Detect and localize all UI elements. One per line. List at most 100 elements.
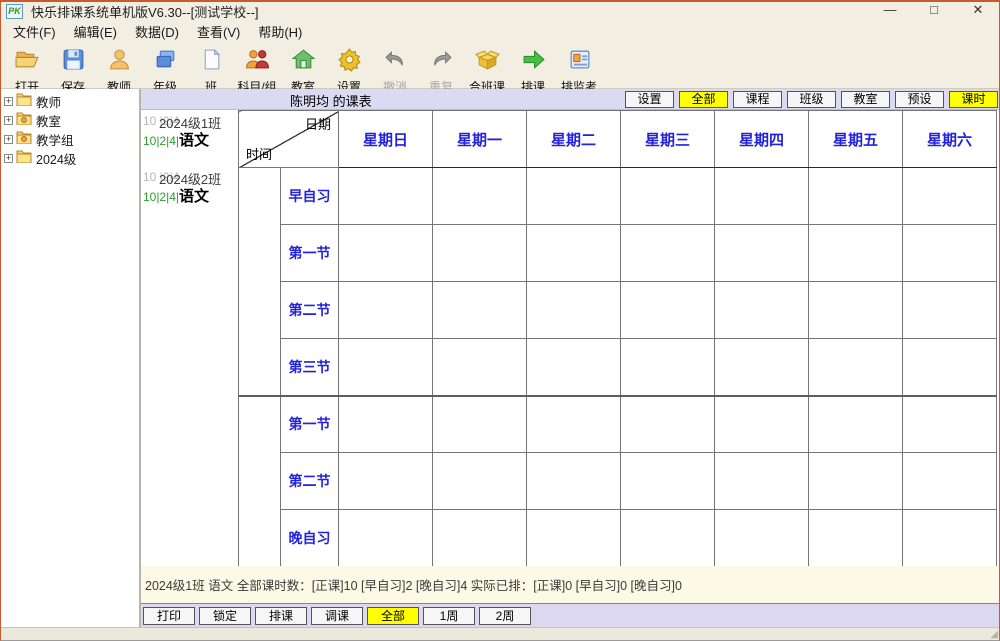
timetable-cell[interactable]	[715, 339, 809, 396]
subject-group-button[interactable]: 科目/组	[234, 46, 280, 95]
timetable-cell[interactable]	[809, 225, 903, 282]
menu-edit[interactable]: 编辑(E)	[65, 22, 126, 44]
class-list-item[interactable]: 10 |2|4 2024级2班 10|2|4|语文	[143, 168, 238, 208]
timetable-cell[interactable]	[433, 282, 527, 339]
expand-plus-icon[interactable]: +	[4, 135, 13, 144]
sidebar-tree: + 教师 + 教室 + 教学组 + 2024级	[0, 89, 141, 627]
class-button[interactable]: 班	[188, 46, 234, 95]
timetable-cell[interactable]	[903, 225, 997, 282]
timetable-cell[interactable]	[903, 282, 997, 339]
folder-icon	[16, 150, 36, 168]
timetable-cell[interactable]	[809, 396, 903, 453]
timetable-cell[interactable]	[339, 453, 433, 510]
view-course-button[interactable]: 课程	[733, 91, 782, 108]
open-button[interactable]: 打开	[4, 46, 50, 95]
timetable-cell[interactable]	[339, 168, 433, 225]
timetable-cell[interactable]	[339, 225, 433, 282]
view-settings-button[interactable]: 设置	[625, 91, 674, 108]
timetable-cell[interactable]	[433, 396, 527, 453]
schedule-button[interactable]: 排课	[510, 46, 556, 95]
timetable-cell[interactable]	[433, 339, 527, 396]
timetable-cell[interactable]	[621, 282, 715, 339]
teacher-button[interactable]: 教师	[96, 46, 142, 95]
subject-name: 语文	[179, 132, 209, 149]
menu-help[interactable]: 帮助(H)	[249, 22, 311, 44]
combined-class-button[interactable]: 合班课	[464, 46, 510, 95]
timetable-cell[interactable]	[809, 282, 903, 339]
menu-file[interactable]: 文件(F)	[4, 22, 65, 44]
settings-button[interactable]: 设置	[326, 46, 372, 95]
expand-plus-icon[interactable]: +	[4, 116, 13, 125]
timetable-cell[interactable]	[527, 510, 621, 567]
timetable-cell[interactable]	[433, 510, 527, 567]
view-preset-button[interactable]: 预设	[895, 91, 944, 108]
view-hours-button[interactable]: 课时	[949, 91, 998, 108]
adjust-button[interactable]: 调课	[311, 607, 363, 625]
resize-grip-icon[interactable]: ◢	[990, 630, 998, 640]
arrange-button[interactable]: 排课	[255, 607, 307, 625]
timetable-cell[interactable]	[621, 168, 715, 225]
timetable-cell[interactable]	[339, 339, 433, 396]
view-classroom-button[interactable]: 教室	[841, 91, 890, 108]
timetable-cell[interactable]	[621, 453, 715, 510]
timetable-cell[interactable]	[715, 225, 809, 282]
timetable-cell[interactable]	[715, 396, 809, 453]
all-weeks-button[interactable]: 全部	[367, 607, 419, 625]
timetable-cell[interactable]	[527, 168, 621, 225]
timetable-cell[interactable]	[527, 396, 621, 453]
timetable-cell[interactable]	[903, 396, 997, 453]
folder-icon	[16, 131, 36, 149]
menu-view[interactable]: 查看(V)	[188, 22, 249, 44]
period-label: 第二节	[281, 282, 339, 339]
proctor-button[interactable]: 排监考	[556, 46, 602, 95]
timetable-cell[interactable]	[715, 510, 809, 567]
timetable-cell[interactable]	[715, 453, 809, 510]
timetable-cell[interactable]	[903, 168, 997, 225]
sidebar-item-teachers[interactable]: + 教师	[4, 92, 139, 111]
timetable-cell[interactable]	[809, 453, 903, 510]
timetable-cell[interactable]	[527, 282, 621, 339]
expand-plus-icon[interactable]: +	[4, 154, 13, 163]
lock-button[interactable]: 锁定	[199, 607, 251, 625]
timetable-cell[interactable]	[339, 396, 433, 453]
print-button[interactable]: 打印	[143, 607, 195, 625]
timetable-cell[interactable]	[903, 453, 997, 510]
view-class-button[interactable]: 班级	[787, 91, 836, 108]
sidebar-item-grade-2024[interactable]: + 2024级	[4, 149, 139, 168]
timetable-cell[interactable]	[903, 339, 997, 396]
timetable-cell[interactable]	[809, 339, 903, 396]
timetable-cell[interactable]	[433, 225, 527, 282]
timetable-cell[interactable]	[903, 510, 997, 567]
timetable-cell[interactable]	[433, 168, 527, 225]
view-all-button[interactable]: 全部	[679, 91, 728, 108]
minimize-button[interactable]: —	[868, 0, 912, 22]
timetable-cell[interactable]	[527, 225, 621, 282]
maximize-button[interactable]: □	[912, 0, 956, 22]
grade-button[interactable]: 年级	[142, 46, 188, 95]
timetable-cell[interactable]	[433, 453, 527, 510]
classroom-button[interactable]: 教室	[280, 46, 326, 95]
timetable-cell[interactable]	[339, 510, 433, 567]
class-list-item[interactable]: 10 |2|4 2024级1班 10|2|4|语文	[143, 112, 238, 152]
timetable-cell[interactable]	[621, 225, 715, 282]
sidebar-item-classrooms[interactable]: + 教室	[4, 111, 139, 130]
expand-plus-icon[interactable]: +	[4, 97, 13, 106]
window-title: 快乐排课系统单机版V6.30--[测试学校--]	[31, 2, 259, 21]
timetable-cell[interactable]	[621, 510, 715, 567]
timetable-cell[interactable]	[809, 168, 903, 225]
week2-button[interactable]: 2周	[479, 607, 531, 625]
timetable-cell[interactable]	[527, 339, 621, 396]
menu-data[interactable]: 数据(D)	[126, 22, 188, 44]
timetable-cell[interactable]	[339, 282, 433, 339]
timetable-cell[interactable]	[715, 168, 809, 225]
timetable-cell[interactable]	[621, 396, 715, 453]
corner-date-label: 日期	[305, 114, 331, 133]
timetable-cell[interactable]	[621, 339, 715, 396]
timetable-cell[interactable]	[809, 510, 903, 567]
close-button[interactable]: ✕	[956, 0, 1000, 22]
week1-button[interactable]: 1周	[423, 607, 475, 625]
timetable-cell[interactable]	[527, 453, 621, 510]
timetable-cell[interactable]	[715, 282, 809, 339]
save-button[interactable]: 保存	[50, 46, 96, 95]
sidebar-item-teaching-groups[interactable]: + 教学组	[4, 130, 139, 149]
